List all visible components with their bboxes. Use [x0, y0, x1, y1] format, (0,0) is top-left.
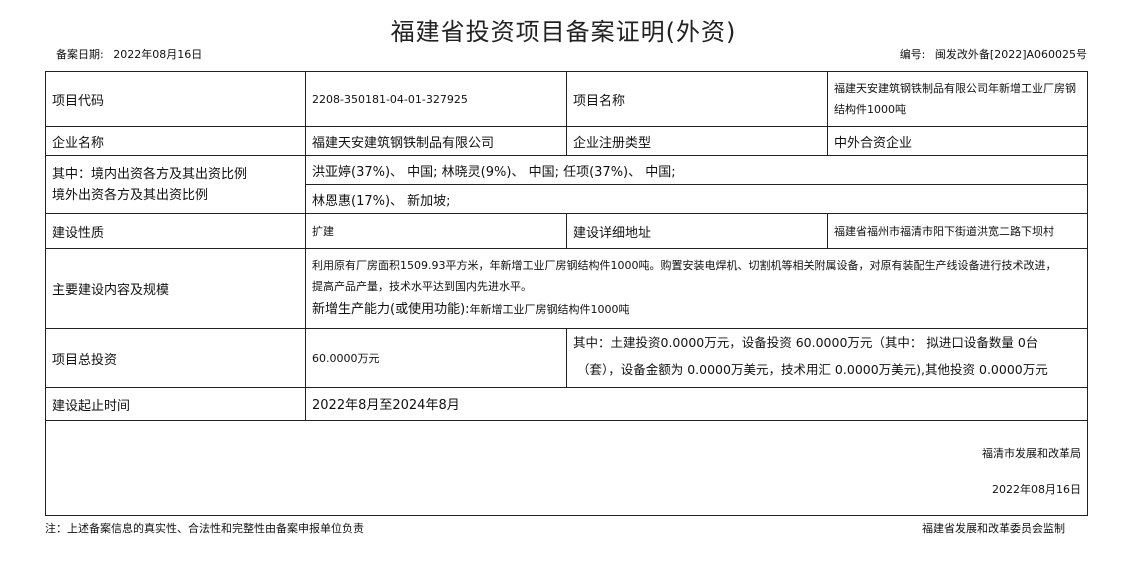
investment-detail-line: 其中：土建投资0.0000万元，设备投资 60.0000万元（其中： 拟进口设备… — [573, 335, 1039, 350]
filing-date: 备案日期: 2022年08月16日 — [56, 46, 202, 62]
filing-number-label: 编号: — [899, 48, 926, 61]
period-label: 建设起止时间 — [45, 387, 306, 421]
investment-detail-line: （套），设备金额为 0.0000万美元，技术用汇 0.0000万美元),其他投资… — [577, 362, 1048, 377]
table-row: 主要建设内容及规模 利用原有厂房面积1509.93平方米，年新增工业厂房钢结构件… — [45, 248, 1088, 329]
capacity-value: 年新增工业厂房钢结构件1000吨 — [469, 302, 630, 316]
capacity-label: 新增生产能力(或使用功能): — [312, 301, 470, 317]
project-name-value: 福建天安建筑钢铁制品有限公司年新增工业厂房钢 结构件1000吨 — [827, 71, 1088, 127]
filing-table: 项目代码 2208-350181-04-01-327925 项目名称 福建天安建… — [45, 71, 1088, 516]
content-label: 主要建设内容及规模 — [45, 248, 306, 329]
table-row: 福清市发展和改革局 2022年08月16日 — [45, 420, 1088, 516]
content-line: 利用原有厂房面积1509.93平方米，年新增工业厂房钢结构件1000吨。购置安装… — [312, 258, 1057, 272]
signature-org: 福清市发展和改革局 — [982, 447, 1081, 460]
filing-number: 编号: 闽发改外备[2022]A060025号 — [900, 46, 1087, 62]
total-investment-label: 项目总投资 — [45, 328, 306, 388]
reg-type-value: 中外合资企业 — [827, 126, 1088, 156]
filing-number-value: 闽发改外备[2022]A060025号 — [934, 48, 1087, 61]
signature-date: 2022年08月16日 — [992, 483, 1081, 496]
total-investment-value: 60.0000万元 — [305, 328, 567, 388]
investors-label-line: 其中：境内出资各方及其出资比例 — [52, 166, 248, 182]
project-code-value: 2208-350181-04-01-327925 — [305, 71, 567, 127]
period-value: 2022年8月至2024年8月 — [305, 387, 1088, 421]
investors-label: 其中：境内出资各方及其出资比例 境外出资各方及其出资比例 — [45, 155, 306, 214]
foreign-investors: 林恩惠(17%)、 新加坡; — [305, 184, 1088, 214]
filing-date-label: 备案日期: — [56, 48, 104, 61]
table-row: 项目代码 2208-350181-04-01-327925 项目名称 福建天安建… — [45, 71, 1088, 127]
investors-label-line: 境外出资各方及其出资比例 — [52, 187, 209, 203]
project-name-line: 结构件1000吨 — [834, 103, 906, 116]
domestic-investors: 洪亚婷(37%)、 中国; 林晓灵(9%)、 中国; 任项(37%)、 中国; — [305, 155, 1088, 185]
capacity: 新增生产能力(或使用功能):年新增工业厂房钢结构件1000吨 — [312, 297, 1081, 323]
table-row: 企业名称 福建天安建筑钢铁制品有限公司 企业注册类型 中外合资企业 — [45, 126, 1088, 156]
nature-label: 建设性质 — [45, 213, 306, 249]
nature-value: 扩建 — [305, 213, 567, 249]
company-label: 企业名称 — [45, 126, 306, 156]
investment-detail: 其中：土建投资0.0000万元，设备投资 60.0000万元（其中： 拟进口设备… — [566, 328, 1088, 388]
content-value: 利用原有厂房面积1509.93平方米，年新增工业厂房钢结构件1000吨。购置安装… — [305, 248, 1088, 329]
filing-date-value: 2022年08月16日 — [113, 48, 203, 61]
footer-supervisor: 福建省发展和改革委员会监制 — [922, 522, 1065, 535]
table-row: 建设起止时间 2022年8月至2024年8月 — [45, 387, 1088, 421]
address-label: 建设详细地址 — [566, 213, 828, 249]
footer-note: 注：上述备案信息的真实性、合法性和完整性由备案申报单位负责 — [45, 522, 364, 535]
project-name-label: 项目名称 — [566, 71, 828, 127]
company-value: 福建天安建筑钢铁制品有限公司 — [305, 126, 567, 156]
project-code-label: 项目代码 — [45, 71, 306, 127]
reg-type-label: 企业注册类型 — [566, 126, 828, 156]
table-row: 其中：境内出资各方及其出资比例 境外出资各方及其出资比例 洪亚婷(37%)、 中… — [45, 155, 1088, 214]
address-value: 福建省福州市福清市阳下街道洪宽二路下坝村 — [827, 213, 1088, 249]
project-name-line: 福建天安建筑钢铁制品有限公司年新增工业厂房钢 — [834, 82, 1076, 95]
table-row: 建设性质 扩建 建设详细地址 福建省福州市福清市阳下街道洪宽二路下坝村 — [45, 213, 1088, 249]
document-title: 福建省投资项目备案证明(外资) — [390, 18, 737, 46]
content-line: 提高产品产量，技术水平达到国内先进水平。 — [312, 279, 532, 293]
table-row: 项目总投资 60.0000万元 其中：土建投资0.0000万元，设备投资 60.… — [45, 328, 1088, 388]
signature-area: 福清市发展和改革局 2022年08月16日 — [45, 420, 1088, 516]
